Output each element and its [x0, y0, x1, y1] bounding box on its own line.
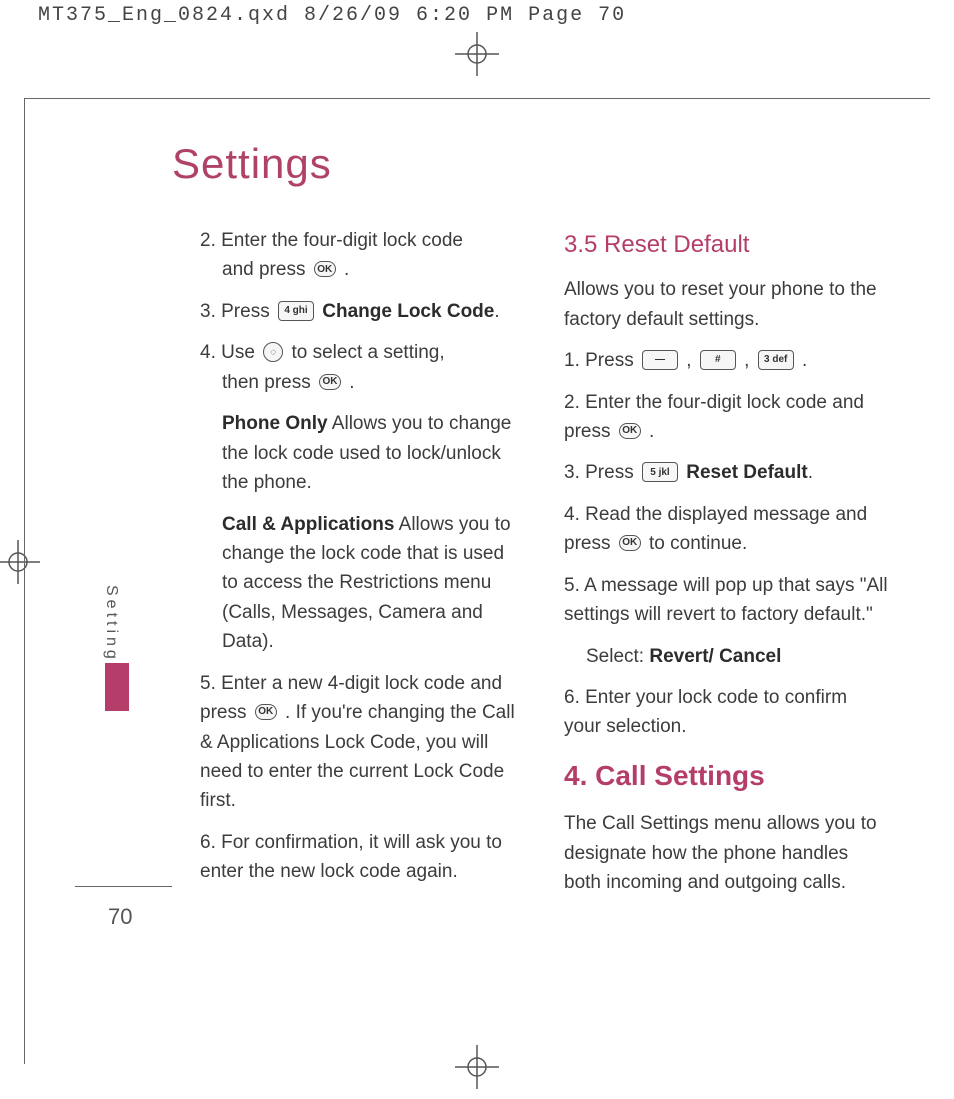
right-column: 3.5 Reset Default Allows you to reset yo… — [564, 226, 888, 910]
rstep-1: 1. Press — , # , 3 def . — [564, 346, 888, 375]
text: . — [344, 259, 349, 280]
bold-text: Reset Default — [686, 462, 807, 483]
text: 2. Enter the four-digit lock code and pr… — [564, 392, 864, 442]
ok-key-icon: OK — [619, 423, 641, 439]
text: and press OK . — [200, 259, 349, 280]
key-3-icon: 3 def — [758, 350, 794, 370]
rstep-6: 6. Enter your lock code to confirm your … — [564, 683, 888, 742]
text: , — [686, 350, 697, 371]
text: to select a setting, — [291, 342, 444, 363]
left-column: 2. Enter the four-digit lock code and pr… — [200, 226, 524, 910]
ok-key-icon: OK — [319, 374, 341, 390]
text: . — [802, 350, 807, 371]
step-3: 3. Press 4 ghi Change Lock Code. — [200, 297, 524, 326]
step-4: 4. Use ◌ to select a setting, then press… — [200, 338, 524, 397]
step-5: 5. Enter a new 4-digit lock code and pre… — [200, 669, 524, 816]
text: 2. Enter the four-digit lock code — [200, 230, 463, 251]
ok-key-icon: OK — [619, 535, 641, 551]
page-number: 70 — [108, 904, 132, 930]
text: . — [349, 372, 354, 393]
print-header: MT375_Eng_0824.qxd 8/26/09 6:20 PM Page … — [38, 4, 626, 27]
manual-page: MT375_Eng_0824.qxd 8/26/09 6:20 PM Page … — [0, 0, 954, 1099]
rstep-5-select: Select: Revert/ Cancel — [564, 642, 888, 671]
rstep-2: 2. Enter the four-digit lock code and pr… — [564, 388, 888, 447]
bold-text: Change Lock Code — [322, 301, 494, 322]
key-5-icon: 5 jkl — [642, 462, 678, 482]
reset-intro: Allows you to reset your phone to the fa… — [564, 275, 888, 334]
registration-mark-left-icon — [0, 540, 40, 584]
nav-key-icon: ◌ — [263, 342, 283, 362]
key-4-icon: 4 ghi — [278, 301, 314, 321]
crop-rule-top — [24, 98, 930, 99]
crop-rule-bottom — [75, 886, 172, 887]
text: , — [744, 350, 755, 371]
text: Select: — [586, 646, 649, 667]
text: 4. Use — [200, 342, 260, 363]
registration-mark-bottom-icon — [455, 1045, 499, 1089]
bold-text: Revert/ Cancel — [649, 646, 781, 667]
text: then press OK . — [200, 372, 355, 393]
dash-key-icon: — — [642, 350, 678, 370]
text: then press — [222, 372, 316, 393]
text: . — [808, 462, 813, 483]
registration-mark-top-icon — [455, 32, 499, 76]
call-apps-block: Call & Applications Allows you to change… — [200, 510, 524, 657]
ok-key-icon: OK — [255, 704, 277, 720]
bold-text: Phone Only — [222, 413, 328, 434]
text: and press — [222, 259, 311, 280]
side-tab-bar — [105, 663, 129, 711]
text: 3. Press — [200, 301, 275, 322]
phone-only-block: Phone Only Allows you to change the lock… — [200, 409, 524, 497]
call-settings-body: The Call Settings menu allows you to des… — [564, 809, 888, 897]
hash-key-icon: # — [700, 350, 736, 370]
text: 1. Press — [564, 350, 639, 371]
ok-key-icon: OK — [314, 261, 336, 277]
rstep-4: 4. Read the displayed message and press … — [564, 500, 888, 559]
rstep-5: 5. A message will pop up that says "All … — [564, 571, 888, 630]
text: . — [494, 301, 499, 322]
text: to continue. — [649, 533, 747, 554]
side-tab-label: Settings — [102, 585, 120, 675]
rstep-3: 3. Press 5 jkl Reset Default. — [564, 458, 888, 487]
page-title: Settings — [172, 140, 332, 188]
heading-4: 4. Call Settings — [564, 754, 888, 797]
heading-3-5: 3.5 Reset Default — [564, 226, 888, 263]
step-6: 6. For confirmation, it will ask you to … — [200, 828, 524, 887]
text: 3. Press — [564, 462, 639, 483]
crop-rule-left — [24, 98, 25, 1064]
text: . — [649, 421, 654, 442]
content-columns: 2. Enter the four-digit lock code and pr… — [200, 226, 888, 910]
bold-text: Call & Applications — [222, 514, 394, 535]
step-2: 2. Enter the four-digit lock code and pr… — [200, 226, 524, 285]
